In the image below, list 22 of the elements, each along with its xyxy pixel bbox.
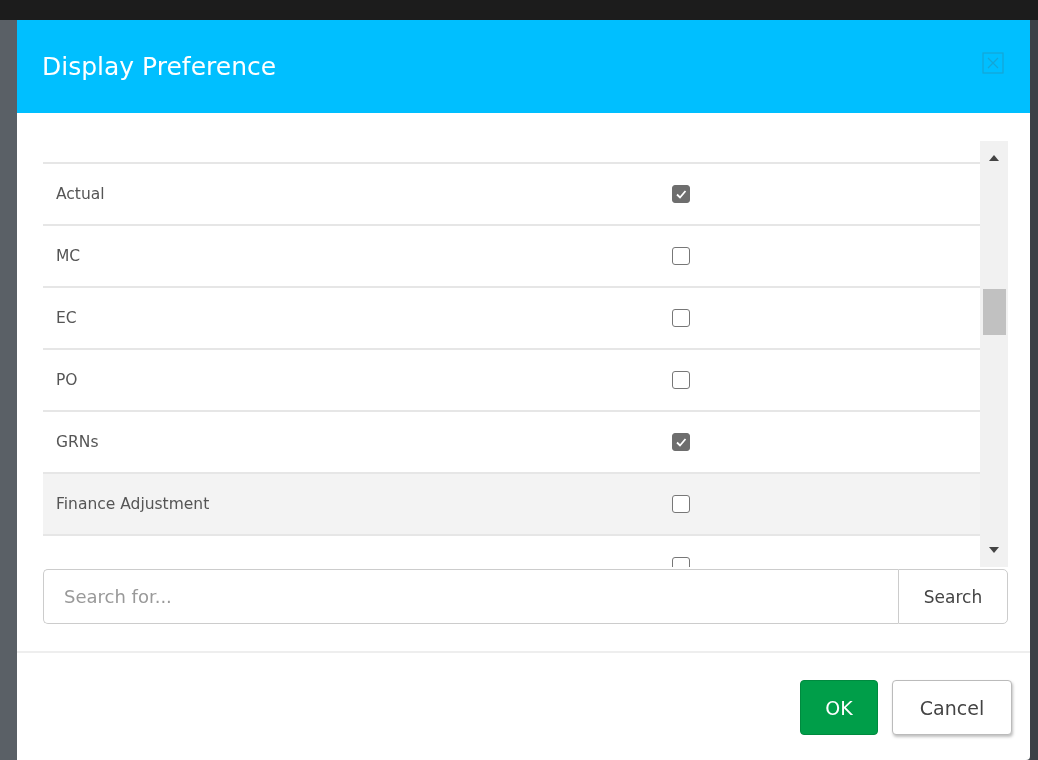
item-label: EC xyxy=(56,309,78,327)
checkbox[interactable] xyxy=(672,433,690,451)
dialog-title: Display Preference xyxy=(42,52,277,81)
item-label: Finance Adjustment xyxy=(56,495,211,513)
ok-button[interactable]: OK xyxy=(800,680,878,735)
item-label: Actual xyxy=(56,185,106,203)
scroll-thumb[interactable] xyxy=(983,289,1006,335)
item-label: MC xyxy=(56,247,82,265)
item-label: GRNs xyxy=(56,433,100,451)
item-label: PO xyxy=(56,371,79,389)
scroll-down-icon[interactable] xyxy=(988,546,1000,554)
checkbox[interactable] xyxy=(672,185,690,203)
list-row[interactable]: Finance Adjustment xyxy=(43,474,980,536)
scroll-up-icon[interactable] xyxy=(988,154,1000,162)
checkbox[interactable] xyxy=(672,371,690,389)
checkbox[interactable] xyxy=(672,495,690,513)
checkbox[interactable] xyxy=(672,247,690,265)
checkbox[interactable] xyxy=(672,309,690,327)
cancel-button[interactable]: Cancel xyxy=(892,680,1012,735)
search-field[interactable]: Search for... xyxy=(43,569,898,624)
scrollbar[interactable] xyxy=(980,141,1008,567)
search-button[interactable]: Search xyxy=(898,569,1008,624)
